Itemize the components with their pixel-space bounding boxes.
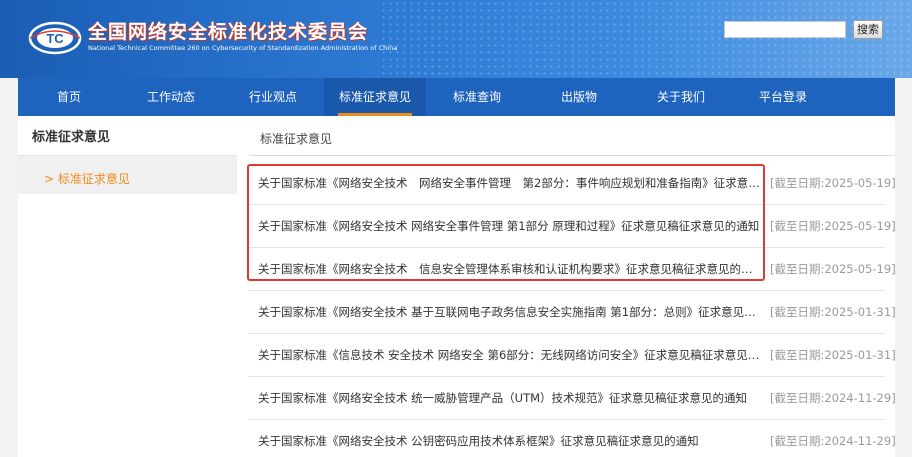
deadline-date: [截至日期:2025-05-19]	[770, 176, 896, 190]
breadcrumb: 标准征求意见	[260, 132, 333, 146]
notice-link[interactable]: 关于国家标准《网络安全技术 网络安全事件管理 第2部分：事件响应规划和准备指南》…	[248, 175, 770, 191]
search-button[interactable]: 搜索	[853, 20, 883, 39]
list-item: 关于国家标准《网络安全技术 公钥密码应用技术体系框架》征求意见稿征求意见的通知 …	[248, 420, 896, 457]
notice-list: 关于国家标准《网络安全技术 网络安全事件管理 第2部分：事件响应规划和准备指南》…	[248, 162, 896, 457]
nav-item-home[interactable]: 首页	[18, 78, 120, 116]
list-item: 关于国家标准《网络安全技术 统一威胁管理产品（UTM）技术规范》征求意见稿征求意…	[248, 377, 896, 420]
list-item: 关于国家标准《网络安全技术 信息安全管理体系审核和认证机构要求》征求意见稿征求意…	[248, 248, 896, 291]
divider	[249, 155, 895, 156]
deadline-date: [截至日期:2025-01-31]	[770, 348, 896, 362]
nav-item-platform-login[interactable]: 平台登录	[732, 78, 834, 116]
nav-item-about-us[interactable]: 关于我们	[630, 78, 732, 116]
notice-link[interactable]: 关于国家标准《信息技术 安全技术 网络安全 第6部分：无线网络访问安全》征求意见…	[248, 347, 770, 363]
tc-logo-icon[interactable]: TC	[28, 20, 82, 56]
site-header: TC 全国网络安全标准化技术委员会 National Technical Com…	[0, 0, 912, 78]
search-input[interactable]	[724, 21, 846, 38]
notice-link[interactable]: 关于国家标准《网络安全技术 基于互联网电子政务信息安全实施指南 第1部分：总则》…	[248, 304, 770, 320]
notice-link[interactable]: 关于国家标准《网络安全技术 公钥密码应用技术体系框架》征求意见稿征求意见的通知	[248, 433, 770, 449]
notice-link[interactable]: 关于国家标准《网络安全技术 信息安全管理体系审核和认证机构要求》征求意见稿征求意…	[248, 261, 770, 277]
deadline-date: [截至日期:2025-01-31]	[770, 305, 896, 319]
notice-link[interactable]: 关于国家标准《网络安全技术 统一威胁管理产品（UTM）技术规范》征求意见稿征求意…	[248, 390, 770, 406]
sidebar-item-standard-comments[interactable]: > 标准征求意见	[18, 156, 237, 194]
nav-item-standard-query[interactable]: 标准查询	[426, 78, 528, 116]
main-nav: 首页 工作动态 行业观点 标准征求意见 标准查询 出版物 关于我们 平台登录	[18, 78, 895, 116]
svg-text:TC: TC	[46, 31, 64, 46]
sidebar-title: 标准征求意见	[18, 116, 237, 156]
nav-item-industry-views[interactable]: 行业观点	[222, 78, 324, 116]
sidebar: 标准征求意见 > 标准征求意见	[18, 116, 237, 457]
deadline-date: [截至日期:2024-11-29]	[770, 434, 896, 448]
list-item: 关于国家标准《信息技术 安全技术 网络安全 第6部分：无线网络访问安全》征求意见…	[248, 334, 896, 377]
site-title: 全国网络安全标准化技术委员会	[88, 21, 369, 43]
deadline-date: [截至日期:2025-05-19]	[770, 262, 896, 276]
site-subtitle: National Technical Committee 260 on Cybe…	[88, 44, 398, 52]
notice-link[interactable]: 关于国家标准《网络安全技术 网络安全事件管理 第1部分 原理和过程》征求意见稿征…	[248, 218, 770, 234]
nav-item-standard-comments[interactable]: 标准征求意见	[324, 78, 426, 116]
list-item: 关于国家标准《网络安全技术 网络安全事件管理 第2部分：事件响应规划和准备指南》…	[248, 162, 896, 205]
main-content: 标准征求意见 关于国家标准《网络安全技术 网络安全事件管理 第2部分：事件响应规…	[237, 116, 896, 457]
deadline-date: [截至日期:2024-11-29]	[770, 391, 896, 405]
list-item: 关于国家标准《网络安全技术 基于互联网电子政务信息安全实施指南 第1部分：总则》…	[248, 291, 896, 334]
nav-item-work-news[interactable]: 工作动态	[120, 78, 222, 116]
deadline-date: [截至日期:2025-05-19]	[770, 219, 896, 233]
world-map-decoration	[380, 0, 912, 78]
nav-item-publications[interactable]: 出版物	[528, 78, 630, 116]
list-item: 关于国家标准《网络安全技术 网络安全事件管理 第1部分 原理和过程》征求意见稿征…	[248, 205, 896, 248]
